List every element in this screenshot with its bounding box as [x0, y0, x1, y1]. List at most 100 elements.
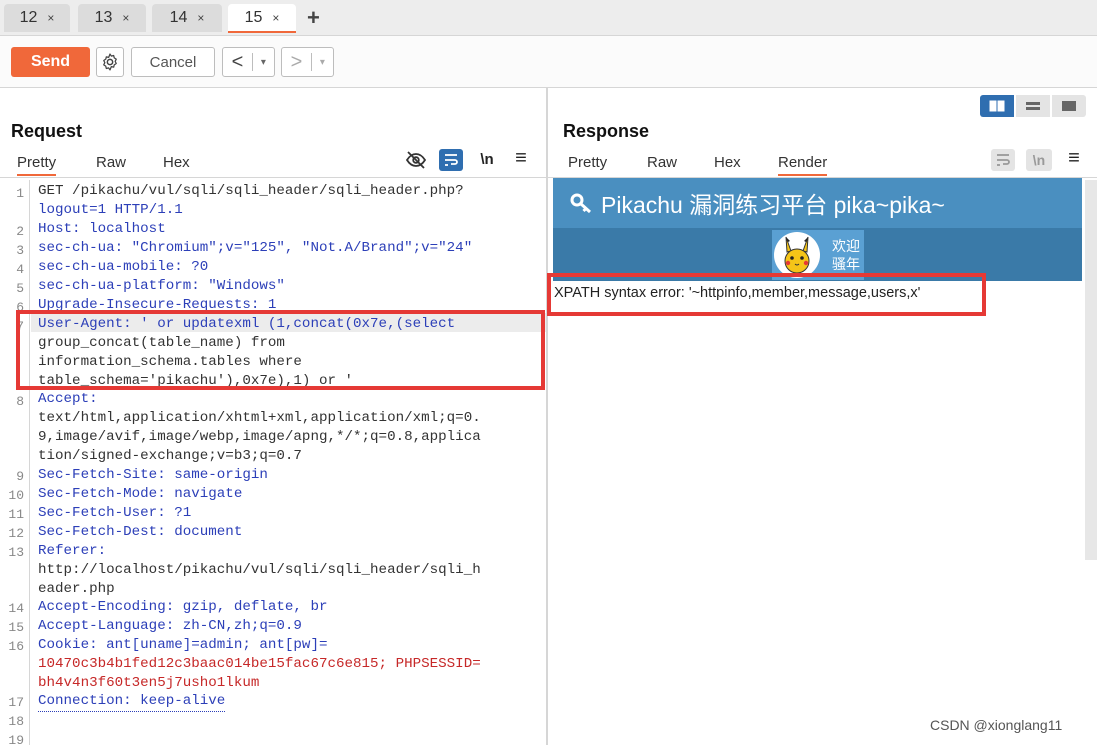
line-number-gutter: 1 2 3 4 5 6 7 8 9 10 11 12 13 14 15 16 1…	[0, 180, 30, 745]
menu-icon[interactable]: ≡	[1063, 147, 1085, 169]
close-icon[interactable]: ×	[122, 11, 129, 25]
request-line: Referer:	[38, 543, 107, 559]
request-line: Host: localhost	[38, 221, 166, 237]
request-line: Accept:	[38, 391, 98, 407]
line-number: 19	[8, 733, 24, 745]
site-title: Pikachu 漏洞练习平台 pika~pika~	[601, 192, 945, 218]
cancel-button[interactable]: Cancel	[131, 47, 215, 77]
line-number: 3	[16, 243, 24, 258]
tab-underline	[0, 177, 546, 178]
request-line: GET /pikachu/vul/sqli/sqli_header/sqli_h…	[38, 183, 464, 199]
tab-render[interactable]: Render	[778, 154, 828, 176]
line-number: 15	[8, 620, 24, 635]
tab-13[interactable]: 13 ×	[78, 4, 146, 32]
chevron-right-icon[interactable]: >	[282, 51, 311, 74]
request-line: Accept-Encoding: gzip, deflate, br	[38, 599, 328, 615]
tab-15[interactable]: 15 ×	[228, 4, 296, 33]
rows-icon	[1026, 102, 1040, 110]
columns-icon	[989, 100, 1005, 112]
layout-tabs-button[interactable]	[1052, 95, 1086, 117]
welcome-line: 骚年	[832, 256, 860, 272]
request-line: Sec-Fetch-Site: same-origin	[38, 467, 268, 483]
add-tab-icon[interactable]: +	[307, 5, 320, 31]
menu-icon[interactable]: ≡	[510, 147, 532, 169]
request-line: Sec-Fetch-User: ?1	[38, 505, 192, 521]
wrap-icon	[997, 154, 1010, 166]
newline-toggle[interactable]: \n	[474, 148, 500, 170]
chevron-down-icon[interactable]: ▾	[253, 57, 274, 68]
request-line: bh4v4n3f60t3en5j7usho1lkum	[38, 675, 260, 691]
request-line: http://localhost/pikachu/vul/sqli/sqli_h…	[38, 562, 481, 578]
request-line: tion/signed-exchange;v=b3;q=0.7	[38, 448, 302, 464]
single-pane-icon	[1062, 101, 1076, 111]
toolbar: Send Cancel < ▾ > ▾	[0, 36, 1097, 88]
line-number: 18	[8, 714, 24, 729]
pikachu-figure-icon	[784, 236, 810, 274]
hide-nonprintable-button[interactable]	[404, 149, 428, 171]
request-line: eader.php	[38, 581, 115, 597]
newline-toggle[interactable]: \n	[1026, 149, 1052, 171]
line-number: 10	[8, 488, 24, 503]
tab-pretty[interactable]: Pretty	[568, 154, 607, 171]
welcome-text: 欢迎 骚年	[832, 237, 860, 273]
settings-button[interactable]	[96, 47, 124, 77]
line-number: 5	[16, 281, 24, 296]
line-number: 8	[16, 394, 24, 409]
tab-label: 13	[94, 9, 113, 26]
line-number: 13	[8, 545, 24, 560]
chevron-left-icon[interactable]: <	[223, 51, 252, 74]
eye-slash-icon	[405, 151, 427, 169]
line-number: 4	[16, 262, 24, 277]
word-wrap-toggle[interactable]	[991, 149, 1015, 171]
tab-hex[interactable]: Hex	[714, 154, 741, 171]
welcome-line: 欢迎	[832, 238, 860, 254]
line-number: 12	[8, 526, 24, 541]
line-number: 11	[8, 507, 24, 522]
line-number: 1	[16, 186, 24, 201]
chevron-down-icon[interactable]: ▾	[312, 57, 333, 68]
request-line: 10470c3b4b1fed12c3baac014be15fac67c6e815…	[38, 656, 481, 672]
layout-split-button[interactable]	[980, 95, 1014, 117]
vertical-scrollbar[interactable]	[1085, 180, 1097, 560]
tab-label: 14	[169, 9, 188, 26]
wrap-icon	[445, 154, 458, 166]
request-line: sec-ch-ua: "Chromium";v="125", "Not.A/Br…	[38, 240, 473, 256]
tab-pretty[interactable]: Pretty	[17, 154, 57, 176]
watermark: CSDN @xionglang11	[930, 717, 1063, 733]
word-wrap-toggle[interactable]	[439, 149, 463, 171]
back-button[interactable]: < ▾	[222, 47, 275, 77]
layout-rows-button[interactable]	[1016, 95, 1050, 117]
close-icon[interactable]: ×	[272, 11, 279, 25]
send-button[interactable]: Send	[11, 47, 90, 77]
gear-icon	[103, 53, 117, 71]
payload-highlight-box	[16, 310, 545, 390]
repeater-tab-strip: 12 × 13 × 14 × 15 × +	[0, 0, 1097, 36]
request-line: Accept-Language: zh-CN,zh;q=0.9	[38, 618, 302, 634]
request-line: Sec-Fetch-Dest: document	[38, 524, 243, 540]
close-icon[interactable]: ×	[197, 11, 204, 25]
tab-label: 15	[244, 8, 263, 26]
tab-raw[interactable]: Raw	[96, 154, 126, 171]
close-icon[interactable]: ×	[47, 11, 54, 25]
request-line: text/html,application/xhtml+xml,applicat…	[38, 410, 481, 426]
pikachu-avatar-icon	[774, 232, 820, 278]
tab-14[interactable]: 14 ×	[152, 4, 222, 32]
line-number: 9	[16, 469, 24, 484]
request-line: Sec-Fetch-Mode: navigate	[38, 486, 243, 502]
rendered-site-header: Pikachu 漏洞练习平台 pika~pika~	[553, 178, 1082, 228]
request-line: sec-ch-ua-mobile: ?0	[38, 259, 209, 275]
line-number: 17	[8, 695, 24, 710]
tab-raw[interactable]: Raw	[647, 154, 677, 171]
request-editor[interactable]: 1 2 3 4 5 6 7 8 9 10 11 12 13 14 15 16 1…	[0, 180, 546, 745]
forward-button[interactable]: > ▾	[281, 47, 334, 77]
tab-12[interactable]: 12 ×	[4, 4, 70, 32]
line-number: 16	[8, 639, 24, 654]
response-title: Response	[563, 121, 650, 141]
tab-label: 12	[19, 9, 38, 26]
request-line: logout=1 HTTP/1.1	[38, 202, 183, 218]
key-icon	[570, 193, 592, 214]
panel-divider[interactable]	[546, 88, 548, 745]
tab-hex[interactable]: Hex	[163, 154, 190, 171]
request-line: Connection: keep-alive	[38, 692, 226, 712]
request-line: Cookie: ant[uname]=admin; ant[pw]=	[38, 637, 328, 653]
